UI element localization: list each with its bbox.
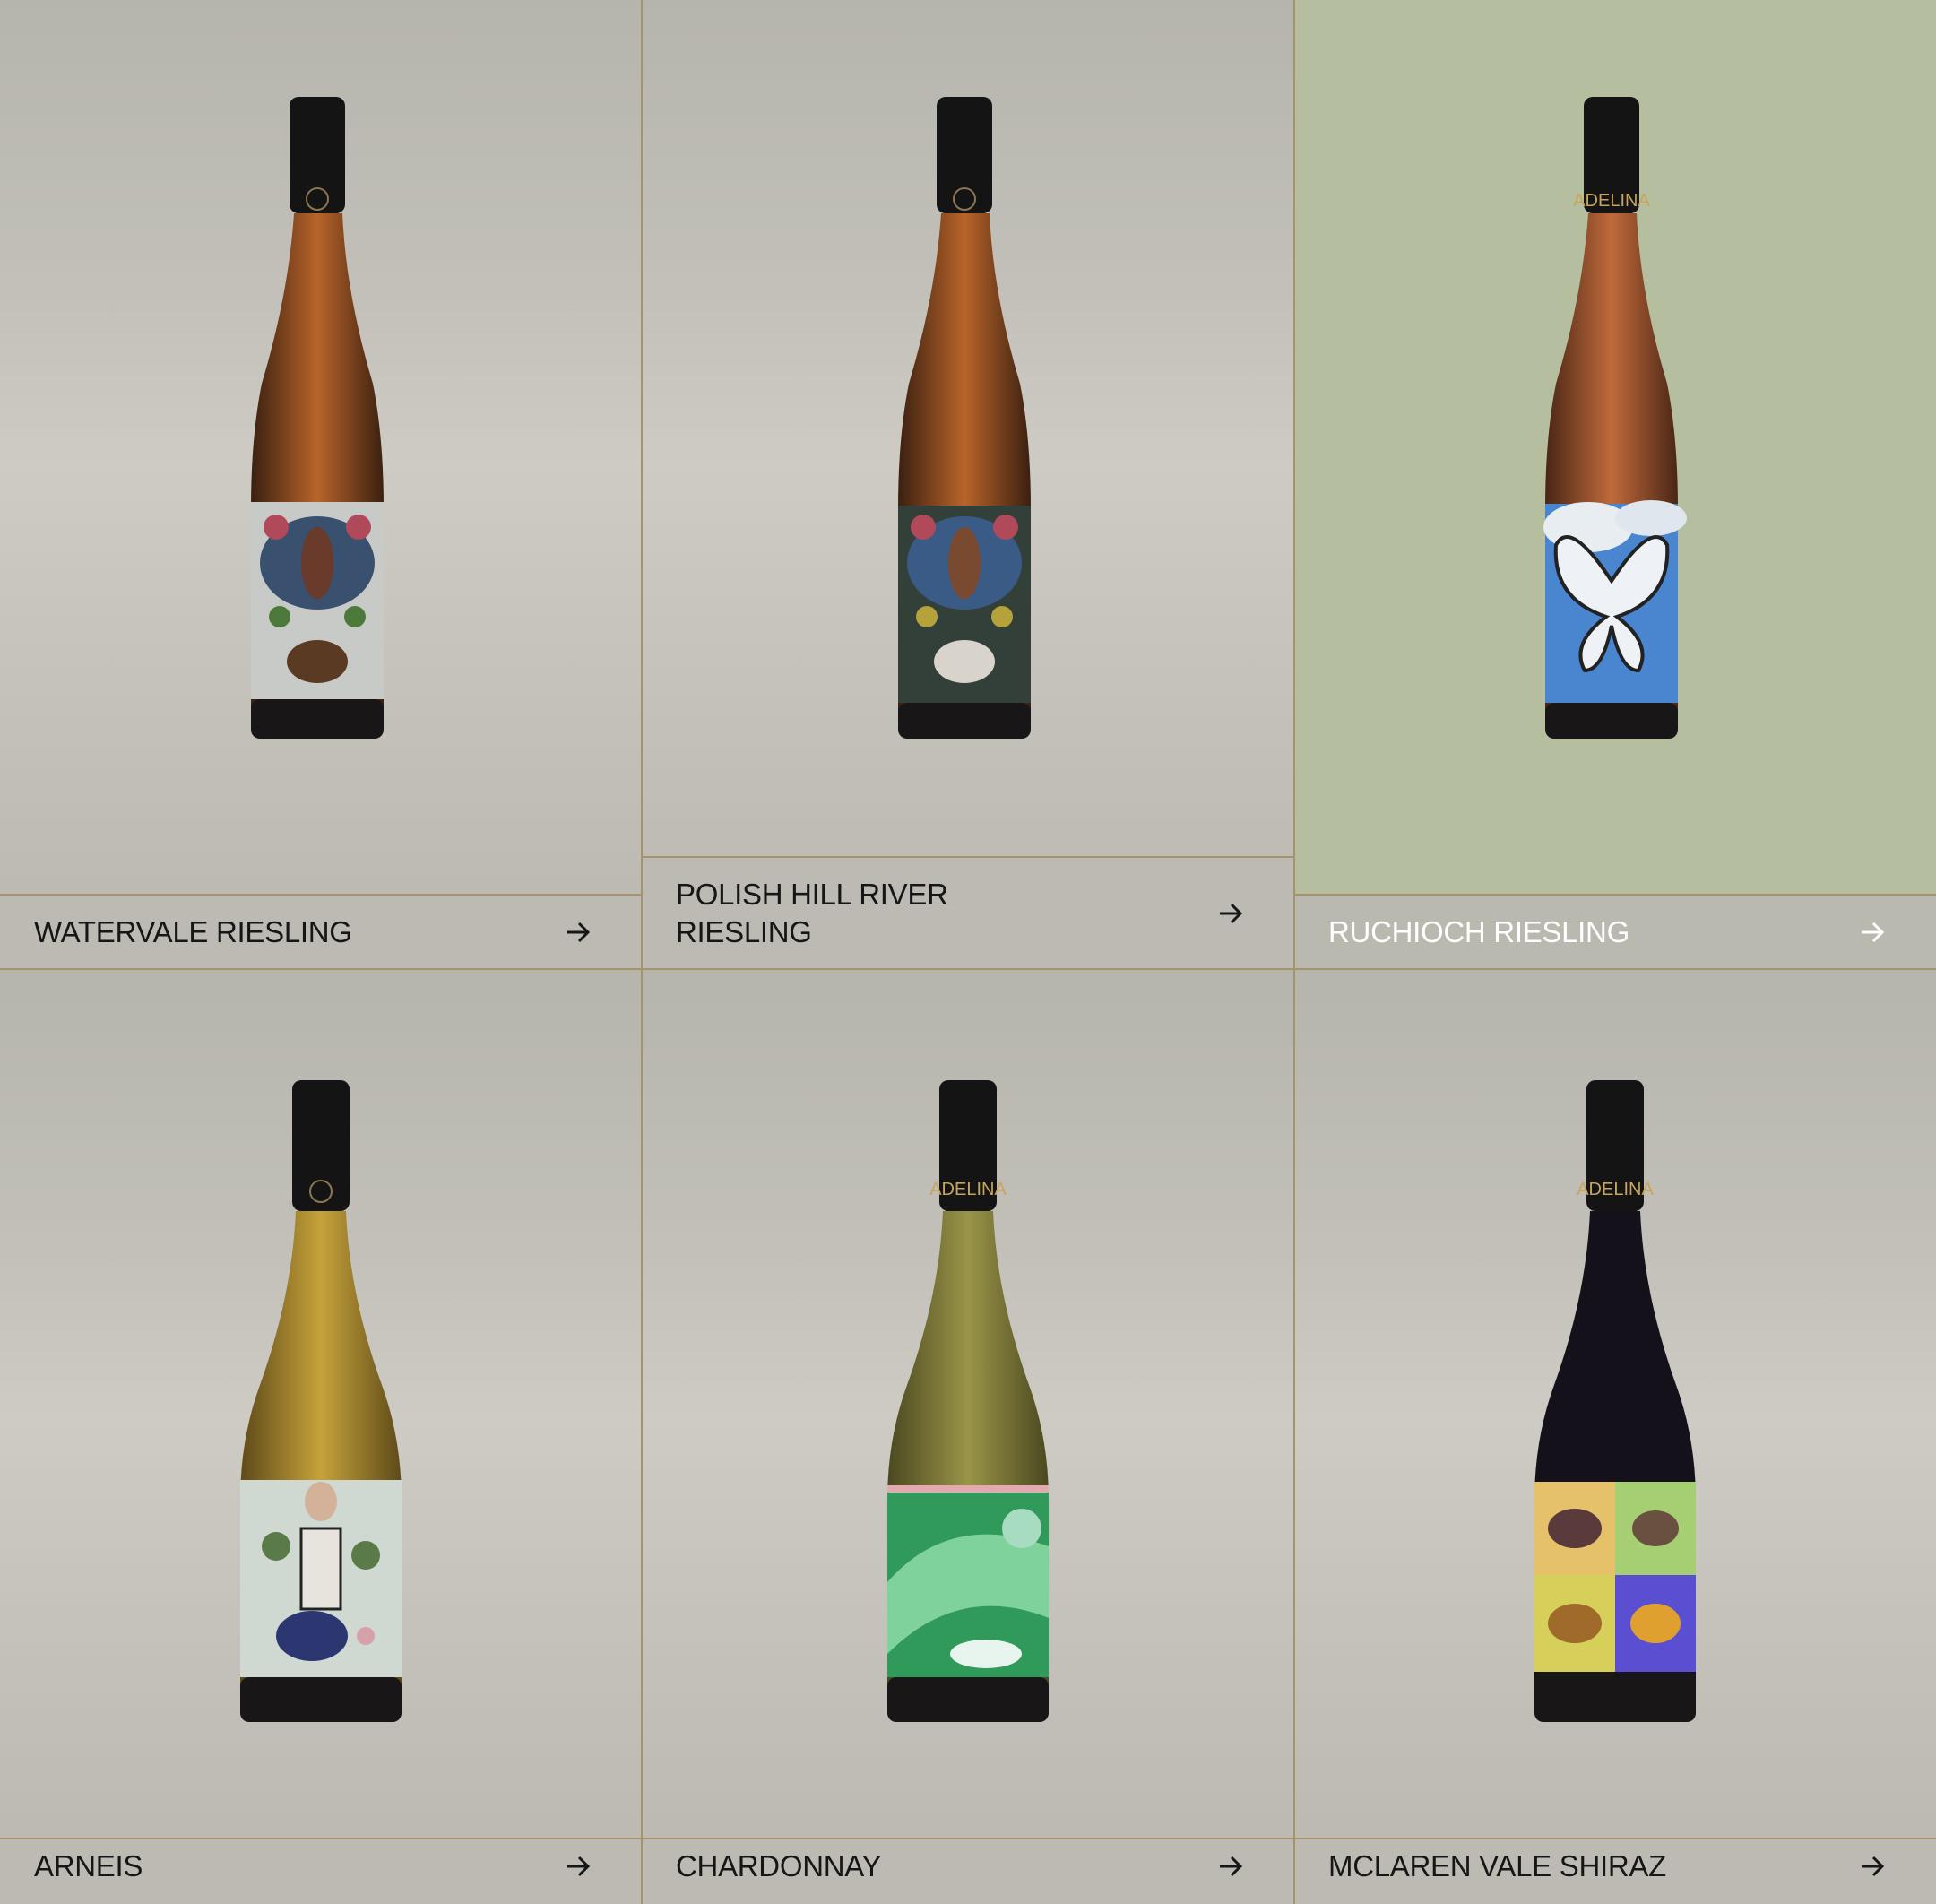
product-name: POLISH HILL RIVER RIESLING bbox=[676, 878, 948, 948]
product-caption[interactable]: MCLAREN VALE SHIRAZ bbox=[1294, 1829, 1936, 1904]
wine-bottle-image bbox=[898, 97, 1031, 739]
product-card-polish-hill-river-riesling[interactable]: POLISH HILL RIVER RIESLING bbox=[642, 0, 1294, 969]
product-caption[interactable]: ARNEIS bbox=[0, 1829, 642, 1904]
grid-divider bbox=[0, 1838, 1936, 1839]
wine-bottle-image: ADELINA bbox=[1543, 97, 1687, 739]
wine-bottle-image bbox=[240, 1080, 402, 1722]
arrow-right-icon[interactable] bbox=[1859, 1853, 1886, 1880]
capsule-brand: ADELINA bbox=[1573, 191, 1650, 211]
arrow-right-icon[interactable] bbox=[1217, 1853, 1244, 1880]
capsule-brand: ADELINA bbox=[1577, 1180, 1654, 1199]
product-caption[interactable]: POLISH HILL RIVER RIESLING bbox=[642, 858, 1294, 969]
product-card-mclaren-vale-shiraz[interactable]: ADELINA MCLAREN VALE SHIRAZ bbox=[1294, 969, 1936, 1904]
product-card-watervale-riesling[interactable]: WATERVALE RIESLING bbox=[0, 0, 642, 969]
arrow-right-icon[interactable] bbox=[1859, 919, 1886, 946]
product-caption[interactable]: CHARDONNAY bbox=[642, 1829, 1294, 1904]
product-name: ARNEIS bbox=[34, 1849, 143, 1882]
grid-divider bbox=[0, 894, 642, 896]
wine-bottle-image bbox=[251, 97, 384, 739]
wine-bottle-image: ADELINA bbox=[887, 1080, 1049, 1722]
arrow-right-icon[interactable] bbox=[565, 1853, 592, 1880]
grid-divider bbox=[1294, 894, 1936, 896]
product-card-ruchioch-riesling[interactable]: ADELINA RUCHIOCH RIESLING bbox=[1294, 0, 1936, 969]
product-caption[interactable]: RUCHIOCH RIESLING bbox=[1294, 896, 1936, 969]
product-card-arneis[interactable]: ARNEIS bbox=[0, 969, 642, 1904]
arrow-right-icon[interactable] bbox=[1217, 900, 1244, 927]
product-name: RUCHIOCH RIESLING bbox=[1328, 915, 1629, 948]
product-card-chardonnay[interactable]: ADELINA CHARDONNAY bbox=[642, 969, 1294, 1904]
product-caption[interactable]: WATERVALE RIESLING bbox=[0, 896, 642, 969]
grid-divider bbox=[641, 0, 643, 1904]
arrow-right-icon[interactable] bbox=[565, 919, 592, 946]
grid-divider bbox=[0, 968, 1936, 970]
product-name: CHARDONNAY bbox=[676, 1849, 882, 1882]
wine-bottle-image: ADELINA bbox=[1534, 1080, 1696, 1722]
grid-divider bbox=[642, 856, 1294, 858]
product-grid: WATERVALE RIESLING POLISH HILL RIVER RIE… bbox=[0, 0, 1936, 1904]
product-name: WATERVALE RIESLING bbox=[34, 915, 352, 948]
capsule-brand: ADELINA bbox=[929, 1180, 1007, 1199]
grid-divider bbox=[1293, 0, 1295, 1904]
product-name: MCLAREN VALE SHIRAZ bbox=[1328, 1849, 1666, 1882]
